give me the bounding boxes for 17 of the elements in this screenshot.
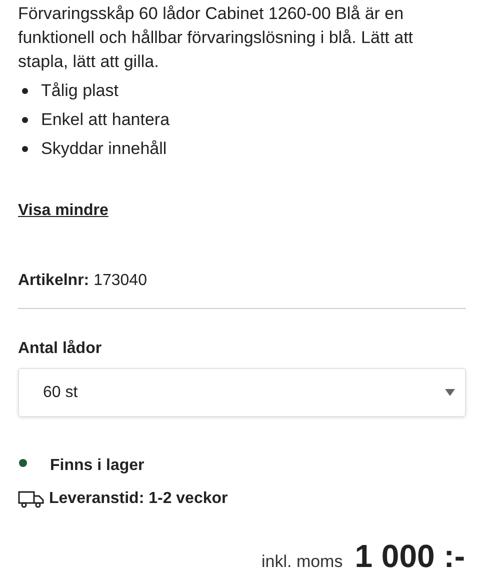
product-description: Förvaringsskåp 60 lådor Cabinet 1260-00 Blå är en funktionell och hållbar förvaringslösning i blå. Lätt att stapla, lätt att gilla. [18,3,414,73]
article-number: Artikelnr: 173040 [18,272,147,289]
price: 1 000 :- [354,537,465,575]
tax-note: inkl. moms [261,551,343,573]
truck-icon [18,490,44,508]
stock-status: Finns i lager [50,456,144,476]
feature-item: Skyddar innehåll [41,138,167,160]
delivery-time: Leveranstid: 1-2 veckor [49,489,228,509]
feature-item: Enkel att hantera [41,108,170,131]
show-less-link[interactable]: Visa mindre [18,202,108,219]
quantity-select[interactable]: 60 st [18,368,466,417]
feature-item: Tålig plast [41,80,118,102]
bullet-icon [22,146,28,152]
bullet-icon [22,116,28,122]
bullet-icon [22,88,28,94]
option-label: Antal lådor [18,338,103,359]
caret-icon [445,389,455,396]
